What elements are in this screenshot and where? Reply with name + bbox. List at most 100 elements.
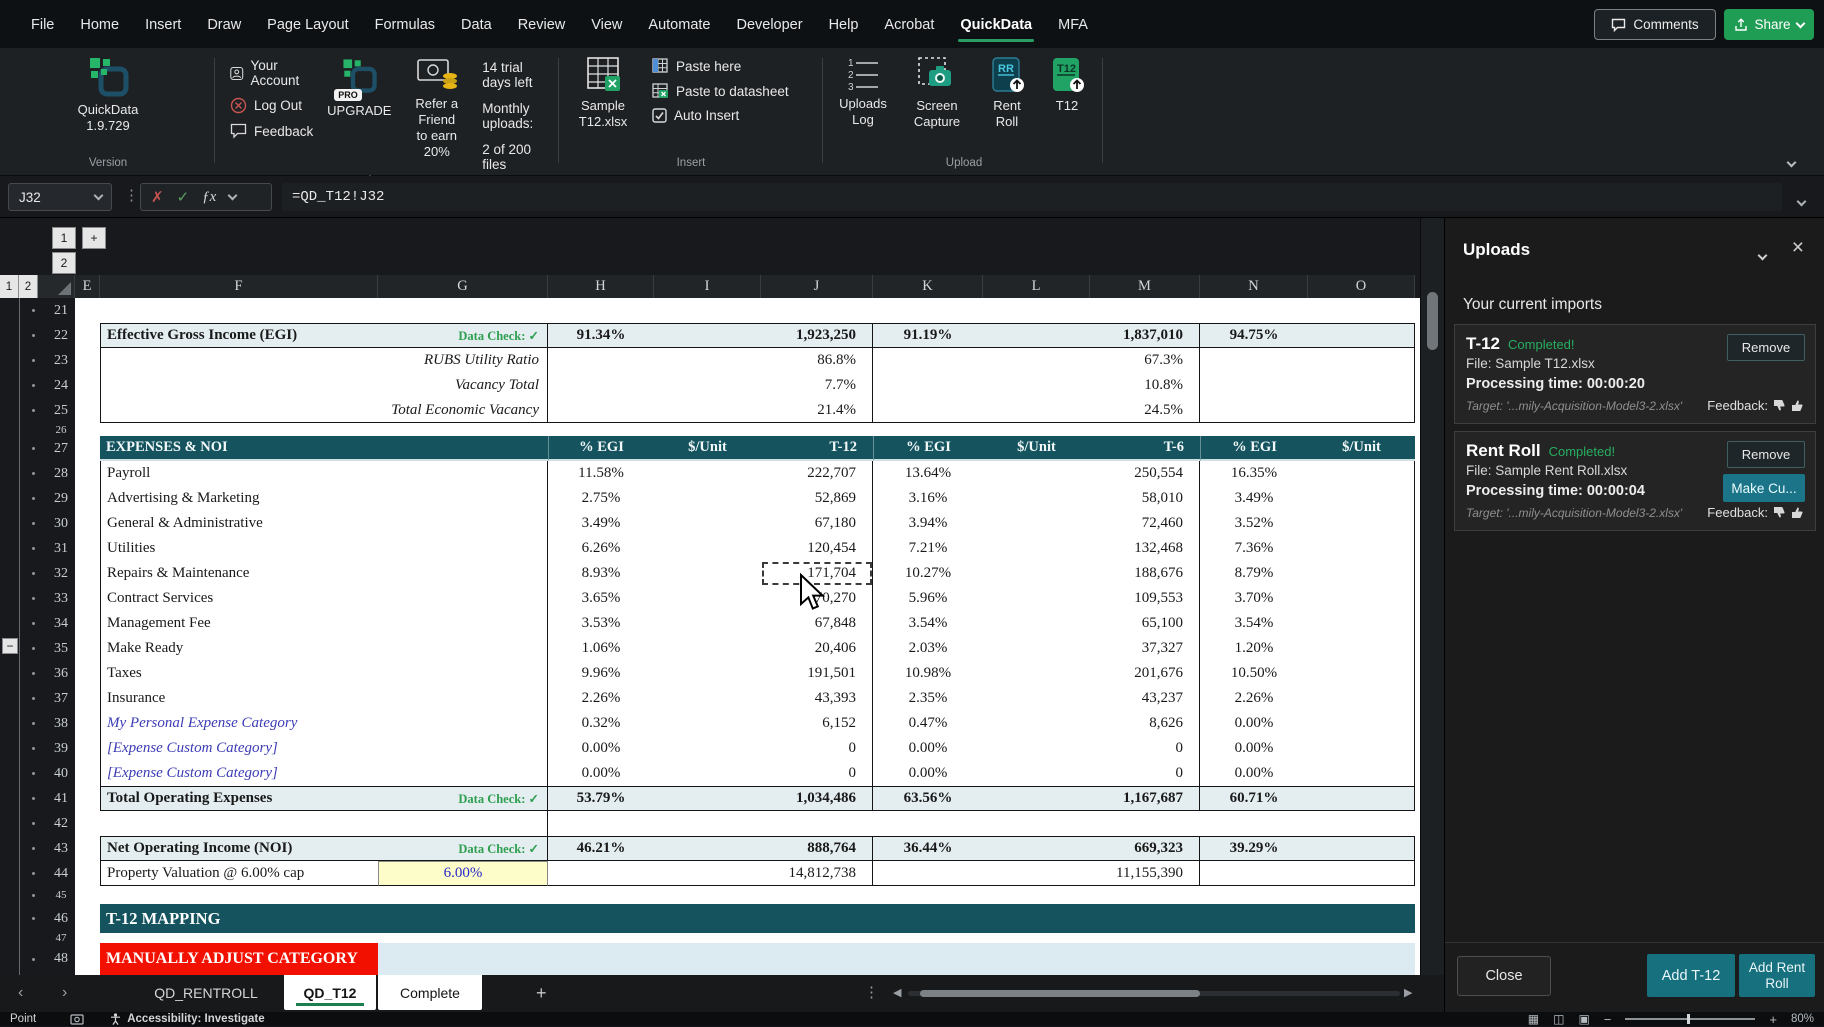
row-header-37[interactable]: 37	[47, 686, 75, 711]
cell-O34[interactable]	[1308, 611, 1415, 636]
cell-O39[interactable]	[1308, 736, 1415, 761]
row-header-31[interactable]: 31	[47, 536, 75, 561]
cell-G33[interactable]	[378, 586, 548, 611]
cell-N31[interactable]: 7.36%	[1200, 536, 1308, 561]
cell-H27[interactable]: % EGI	[548, 436, 654, 461]
cell-E48[interactable]	[75, 943, 100, 975]
cell-H22[interactable]: 91.34%	[548, 323, 654, 348]
cell-E26[interactable]	[75, 423, 100, 436]
cell-J22[interactable]: 1,923,250	[761, 323, 873, 348]
cell-O33[interactable]	[1308, 586, 1415, 611]
cell-K36[interactable]: 10.98%	[873, 661, 983, 686]
cell-I22[interactable]	[654, 323, 761, 348]
cell-E24[interactable]	[75, 373, 100, 398]
cell-L30[interactable]	[983, 511, 1090, 536]
cell-N47[interactable]	[1200, 933, 1308, 943]
thumbs-down-icon[interactable]	[1773, 399, 1786, 412]
cell-G28[interactable]	[378, 461, 548, 486]
horizontal-scrollbar[interactable]	[908, 991, 1400, 996]
cell-M32[interactable]: 188,676	[1090, 561, 1200, 586]
cell-L23[interactable]	[983, 348, 1090, 373]
cell-I39[interactable]	[654, 736, 761, 761]
cell-G38[interactable]	[378, 711, 548, 736]
cancel-formula-icon[interactable]: ✗	[151, 188, 164, 206]
cell-H30[interactable]: 3.49%	[548, 511, 654, 536]
cell-I40[interactable]	[654, 761, 761, 786]
cell-N26[interactable]	[1200, 423, 1308, 436]
thumbs-up-icon[interactable]	[1791, 506, 1804, 519]
cell-H44[interactable]	[548, 861, 654, 886]
cell-I23[interactable]	[654, 348, 761, 373]
cell-E39[interactable]	[75, 736, 100, 761]
cell-L28[interactable]	[983, 461, 1090, 486]
cell-I29[interactable]	[654, 486, 761, 511]
cell-M25[interactable]: 24.5%	[1090, 398, 1200, 423]
row-header-23[interactable]: 23	[47, 348, 75, 373]
menu-item-developer[interactable]: Developer	[723, 0, 815, 48]
cell-E38[interactable]	[75, 711, 100, 736]
row-header-24[interactable]: 24	[47, 373, 75, 398]
cell-J38[interactable]: 6,152	[761, 711, 873, 736]
cell-F36[interactable]: Taxes	[100, 661, 378, 686]
cell-M27[interactable]: T-6	[1090, 436, 1200, 461]
cell-G31[interactable]	[378, 536, 548, 561]
cell-M47[interactable]	[1090, 933, 1200, 943]
auto-insert-checkbox[interactable]: Auto Insert	[652, 108, 789, 123]
row-header-28[interactable]: 28	[47, 461, 75, 486]
cell-J35[interactable]: 20,406	[761, 636, 873, 661]
cell-K21[interactable]	[873, 298, 983, 323]
cell-E42[interactable]	[75, 811, 100, 836]
cell-J21[interactable]	[761, 298, 873, 323]
row-header-30[interactable]: 30	[47, 511, 75, 536]
insert-function-icon[interactable]: ƒx	[202, 189, 216, 206]
cell-I31[interactable]	[654, 536, 761, 561]
cell-I41[interactable]	[654, 786, 761, 811]
cell-L33[interactable]	[983, 586, 1090, 611]
cell-O42[interactable]	[1308, 811, 1415, 836]
cell-M33[interactable]: 109,553	[1090, 586, 1200, 611]
status-accessibility[interactable]: Accessibility: Investigate	[127, 1013, 264, 1025]
cell-F38[interactable]: My Personal Expense Category	[100, 711, 378, 736]
row-header-46[interactable]: 46	[47, 904, 75, 933]
cell-I27[interactable]: $/Unit	[654, 436, 761, 461]
row-header-32[interactable]: 32	[47, 561, 75, 586]
cell-N44[interactable]	[1200, 861, 1308, 886]
formula-input[interactable]: =QD_T12!J32	[282, 183, 1782, 211]
column-header-M[interactable]: M	[1090, 275, 1200, 298]
cell-N34[interactable]: 3.54%	[1200, 611, 1308, 636]
cell-K24[interactable]	[873, 373, 983, 398]
cell-L26[interactable]	[983, 423, 1090, 436]
menu-item-formulas[interactable]: Formulas	[362, 0, 448, 48]
menu-item-mfa[interactable]: MFA	[1045, 0, 1101, 48]
cell-M41[interactable]: 1,167,687	[1090, 786, 1200, 811]
row-outline-level-1-button[interactable]: 1	[0, 275, 19, 298]
cell-M40[interactable]: 0	[1090, 761, 1200, 786]
cell-J44[interactable]: 14,812,738	[761, 861, 873, 886]
thumbs-down-icon[interactable]	[1773, 506, 1786, 519]
cell-G43[interactable]: Data Check: ✓	[378, 836, 548, 861]
cell-J41[interactable]: 1,034,486	[761, 786, 873, 811]
menu-item-page-layout[interactable]: Page Layout	[254, 0, 361, 48]
cell-I25[interactable]	[654, 398, 761, 423]
cell-L25[interactable]	[983, 398, 1090, 423]
row-header-34[interactable]: 34	[47, 611, 75, 636]
cell-I24[interactable]	[654, 373, 761, 398]
log-out-button[interactable]: Log Out	[230, 97, 313, 114]
paste-to-datasheet-button[interactable]: Paste to datasheet	[652, 83, 789, 99]
cell-N42[interactable]	[1200, 811, 1308, 836]
cell-J30[interactable]: 67,180	[761, 511, 873, 536]
row-header-29[interactable]: 29	[47, 486, 75, 511]
cell-M30[interactable]: 72,460	[1090, 511, 1200, 536]
cell-O36[interactable]	[1308, 661, 1415, 686]
add-t12-button[interactable]: Add T-12	[1647, 954, 1735, 997]
cell-H24[interactable]	[548, 373, 654, 398]
cell-G37[interactable]	[378, 686, 548, 711]
cell-F48[interactable]: MANUALLY ADJUST CATEGORY	[100, 943, 378, 975]
cell-L24[interactable]	[983, 373, 1090, 398]
cell-J47[interactable]	[761, 933, 873, 943]
menu-item-automate[interactable]: Automate	[635, 0, 723, 48]
cell-O23[interactable]	[1308, 348, 1415, 373]
cell-J40[interactable]: 0	[761, 761, 873, 786]
cell-E37[interactable]	[75, 686, 100, 711]
menu-item-view[interactable]: View	[578, 0, 635, 48]
